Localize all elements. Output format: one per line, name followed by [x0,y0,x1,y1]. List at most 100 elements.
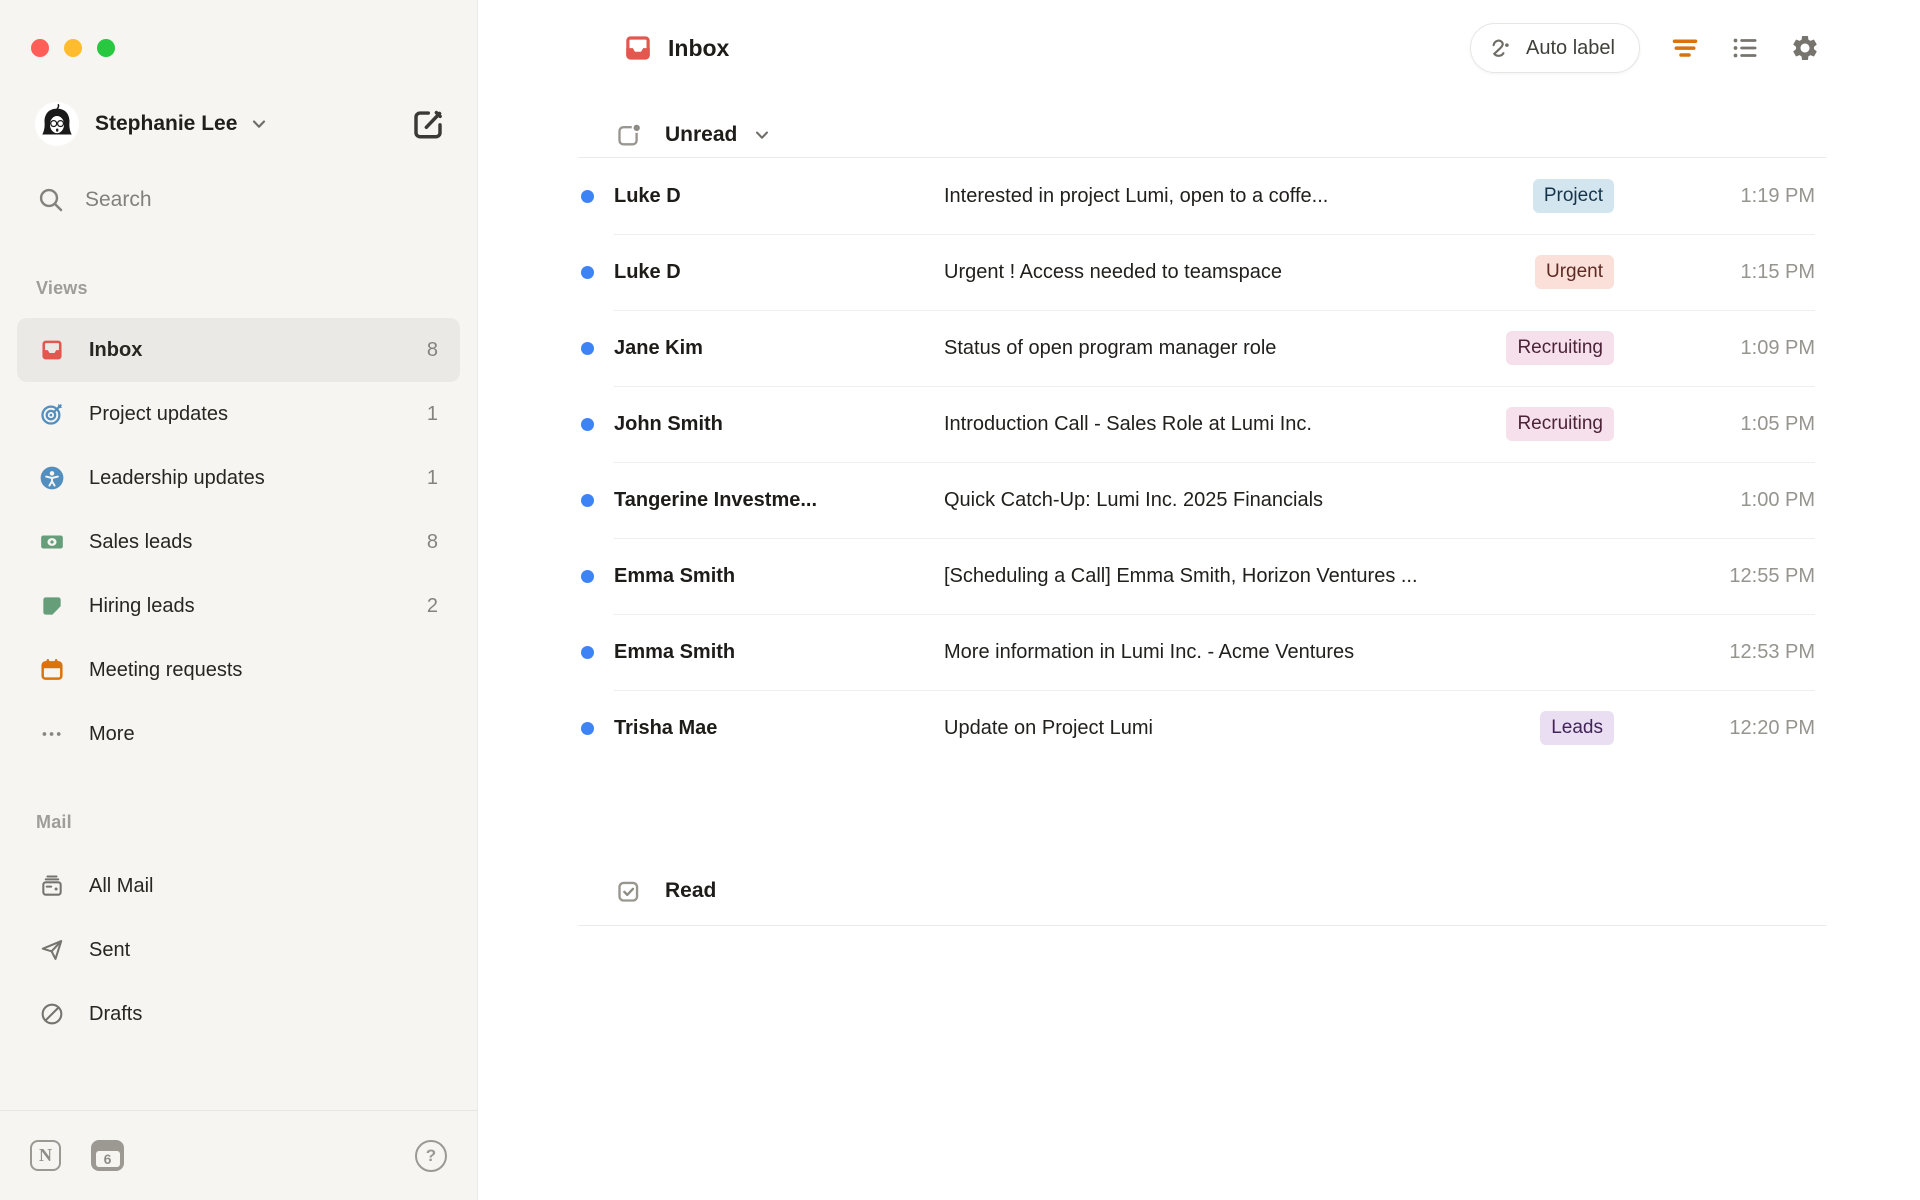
email-subject: Introduction Call - Sales Role at Lumi I… [944,412,1312,435]
email-subject: Interested in project Lumi, open to a co… [944,184,1329,207]
unread-count: 2 [426,594,438,617]
help-button[interactable]: ? [415,1139,447,1172]
drafts-icon [39,1001,65,1027]
unread-count: 8 [426,530,438,553]
email-row[interactable]: Luke D Interested in project Lumi, open … [478,158,1920,234]
sidebar: Stephanie Lee Search Views Inbox 8 Proje… [0,0,478,1200]
sidebar-item-label: Leadership updates [89,466,265,489]
email-time: 12:53 PM [1729,640,1815,663]
header-actions: Auto label [1470,0,1820,96]
filter-button[interactable] [1670,33,1700,63]
email-row[interactable]: Luke D Urgent ! Access needed to teamspa… [478,234,1920,310]
auto-label-button[interactable]: Auto label [1470,23,1640,73]
email-time: 1:15 PM [1740,260,1815,283]
email-row[interactable]: Tangerine Investme... Quick Catch-Up: Lu… [478,462,1920,538]
page-title: Inbox [622,0,729,96]
unread-dot [581,341,594,355]
email-time: 1:19 PM [1740,184,1815,207]
email-subject: Quick Catch-Up: Lumi Inc. 2025 Financial… [944,488,1324,511]
email-row[interactable]: Jane Kim Status of open program manager … [478,310,1920,386]
unread-section-header[interactable]: Unread [615,112,772,158]
email-row[interactable]: Emma Smith More information in Lumi Inc.… [478,614,1920,690]
settings-button[interactable] [1790,33,1820,63]
unread-dot [581,569,594,583]
label-badge[interactable]: Recruiting [1506,331,1614,365]
email-sender: Trisha Mae [614,716,718,739]
email-subject: Status of open program manager role [944,336,1277,359]
email-sender: John Smith [614,412,723,435]
calendar-app-icon[interactable]: 6 [91,1140,124,1171]
email-subject: [Scheduling a Call] Emma Smith, Horizon … [944,564,1418,587]
divider [578,925,1827,926]
sidebar-item-sent[interactable]: Sent [17,918,460,982]
search-icon [39,188,63,212]
window-controls [31,39,115,57]
unread-dot [581,493,594,507]
filter-icon [1672,39,1698,57]
sidebar-item-more[interactable]: More [17,702,460,766]
unread-dot [581,645,594,659]
compose-icon [414,110,442,139]
label-badge[interactable]: Leads [1540,711,1614,745]
unread-count: 1 [426,402,438,425]
list-icon [1733,38,1757,58]
sidebar-item-label: Hiring leads [89,594,195,617]
mail-nav: All Mail Sent Drafts [17,854,460,1046]
views-nav: Inbox 8 Project updates 1 Leadership upd… [17,318,460,766]
list-view-button[interactable] [1730,33,1760,63]
sidebar-item-label: Sales leads [89,530,193,553]
sidebar-item-project-updates[interactable]: Project updates 1 [17,382,460,446]
email-row[interactable]: Trisha Mae Update on Project Lumi Leads … [478,690,1920,766]
sidebar-item-inbox[interactable]: Inbox 8 [17,318,460,382]
compose-button[interactable] [409,105,447,143]
email-time: 1:05 PM [1740,412,1815,435]
gear-icon [1793,36,1817,60]
notion-app-icon[interactable]: N [30,1140,61,1171]
inbox-icon [626,36,650,60]
main-header: Inbox Auto label [478,0,1920,96]
close-window-button[interactable] [31,39,49,57]
email-sender: Tangerine Investme... [614,488,818,511]
email-sender: Luke D [614,260,681,283]
email-time: 12:20 PM [1729,716,1815,739]
sidebar-footer: N 6 ? [0,1110,477,1200]
email-row[interactable]: John Smith Introduction Call - Sales Rol… [478,386,1920,462]
calendar-icon [39,657,65,683]
all-mail-icon [39,873,65,899]
minimize-window-button[interactable] [64,39,82,57]
search-label: Search [85,188,152,211]
label-badge[interactable]: Urgent [1534,255,1614,289]
unread-dot [581,189,594,203]
sidebar-item-sales-leads[interactable]: Sales leads 8 [17,510,460,574]
label-badge[interactable]: Project [1532,179,1614,213]
sidebar-item-label: Meeting requests [89,658,243,681]
email-sender: Jane Kim [614,336,703,359]
label-badge[interactable]: Recruiting [1506,407,1614,441]
views-section-label: Views [36,278,88,298]
account-switcher[interactable]: Stephanie Lee [35,100,447,148]
sidebar-item-hiring-leads[interactable]: Hiring leads 2 [17,574,460,638]
ellipsis-icon [39,721,65,747]
main-panel: Inbox Auto label Unread Luke D Intereste… [478,0,1920,1200]
read-label: Read [665,879,717,902]
unread-dot [581,265,594,279]
sidebar-item-meeting-requests[interactable]: Meeting requests [17,638,460,702]
inbox-icon [39,337,65,363]
sidebar-item-leadership-updates[interactable]: Leadership updates 1 [17,446,460,510]
mail-app-window: Stephanie Lee Search Views Inbox 8 Proje… [0,0,1920,1200]
unread-count: 8 [426,338,438,361]
zoom-window-button[interactable] [97,39,115,57]
email-subject: Urgent ! Access needed to teamspace [944,260,1282,283]
search-button[interactable]: Search [37,186,152,214]
sidebar-item-drafts[interactable]: Drafts [17,982,460,1046]
send-icon [39,937,65,963]
person-icon [39,465,65,491]
email-time: 1:00 PM [1740,488,1815,511]
unread-dot [581,721,594,735]
sidebar-item-all-mail[interactable]: All Mail [17,854,460,918]
read-section-header[interactable]: Read [615,868,716,914]
email-sender: Luke D [614,184,681,207]
email-time: 1:09 PM [1740,336,1815,359]
email-row[interactable]: Emma Smith [Scheduling a Call] Emma Smit… [478,538,1920,614]
read-checkbox-icon [615,878,642,905]
